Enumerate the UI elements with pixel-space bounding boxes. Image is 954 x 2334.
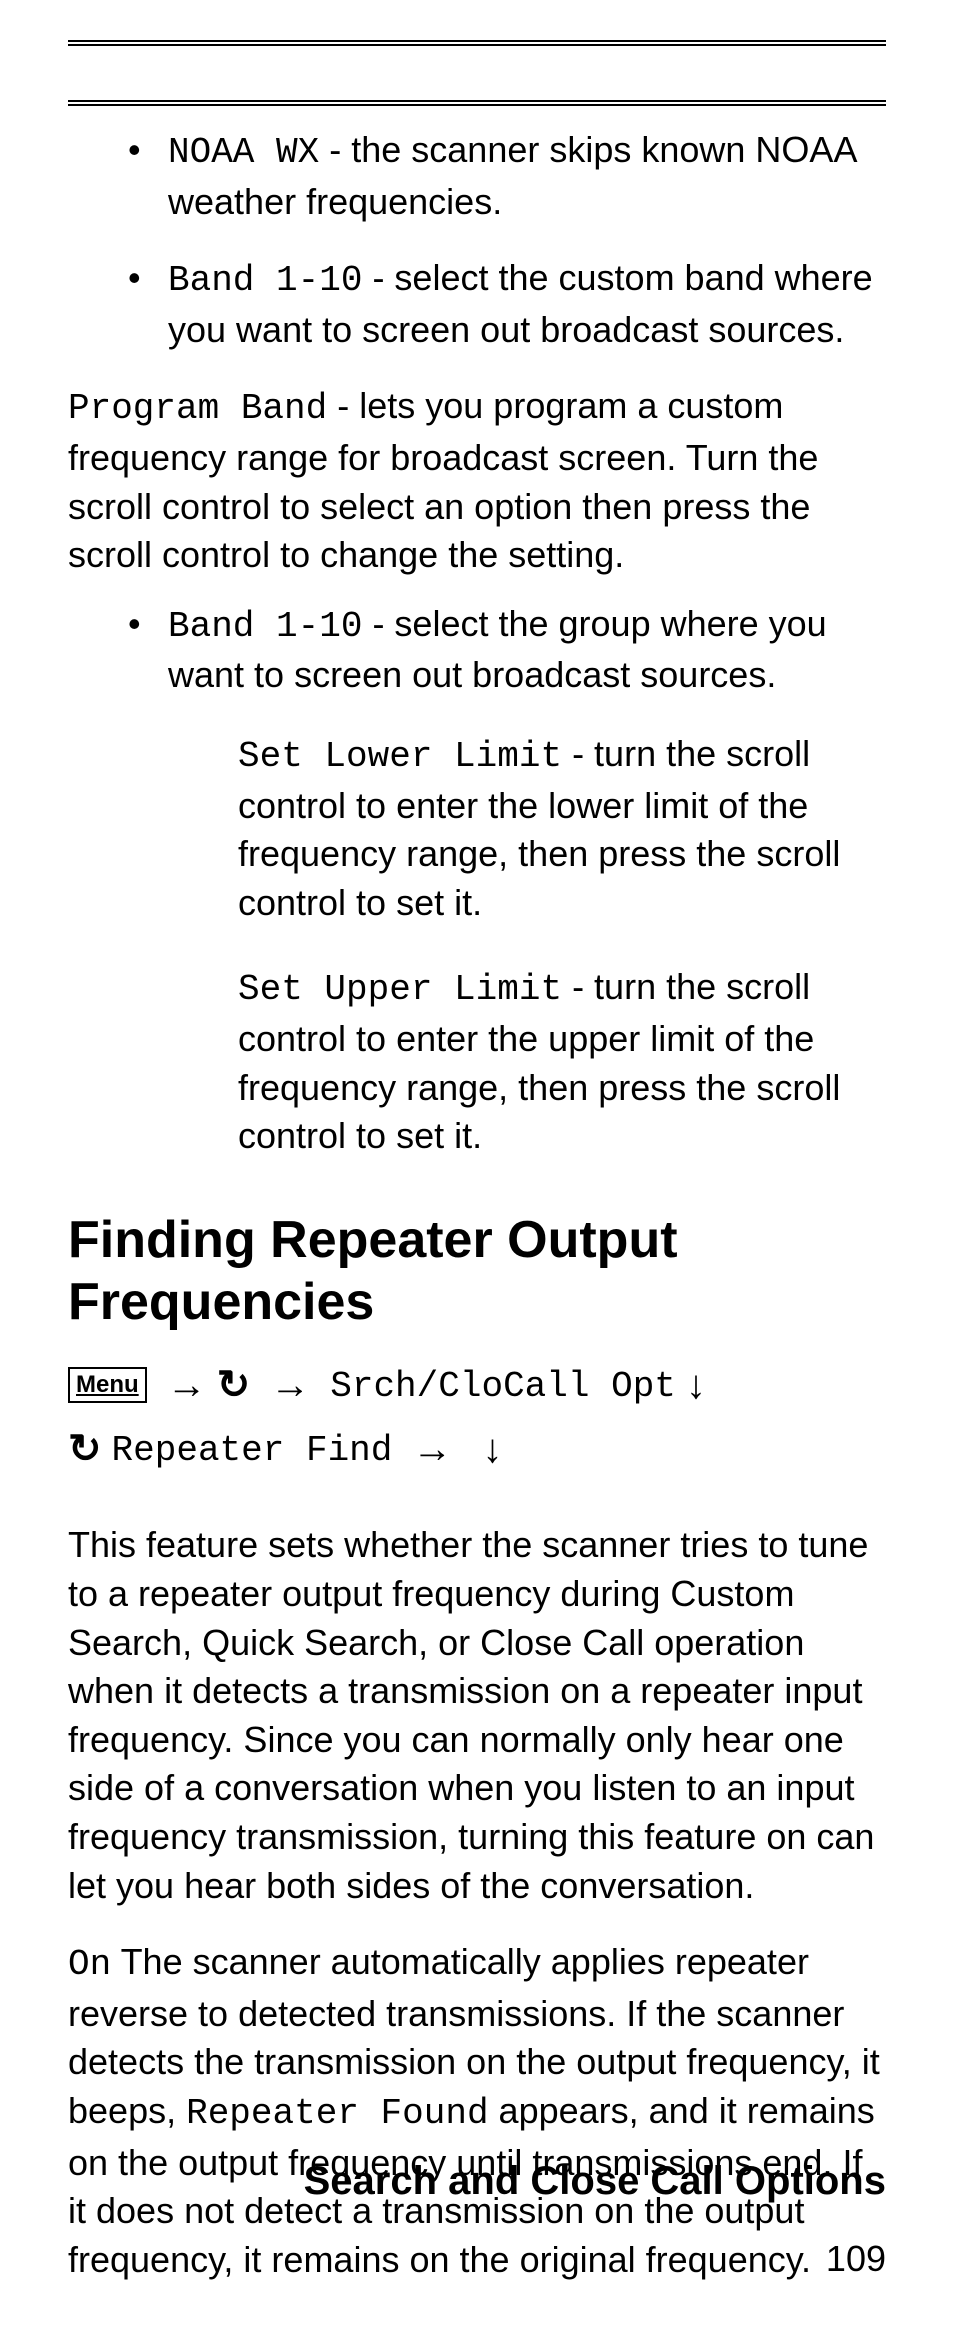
menu-button-icon: Menu: [68, 1367, 147, 1402]
list-item: Band 1-10 - select the custom band where…: [68, 254, 886, 354]
footer-section-title: Search and Close Call Options: [304, 2159, 886, 2204]
top-rule-2: [68, 100, 886, 106]
page-number: 109: [826, 2238, 886, 2280]
page-container: NOAA WX - the scanner skips known NOAA w…: [0, 0, 954, 2334]
arrow-right-icon: →: [270, 1363, 310, 1407]
code-term: Band 1-10: [168, 260, 362, 301]
code-term: On: [68, 1944, 111, 1985]
arrow-down-icon: ↓: [686, 1363, 706, 1407]
nav-option: Repeater Find: [112, 1430, 393, 1471]
list-item: NOAA WX - the scanner skips known NOAA w…: [68, 126, 886, 226]
code-term: Set Upper Limit: [238, 969, 562, 1010]
list-item: Band 1-10 - select the group where you w…: [68, 600, 886, 700]
arrow-right-icon: →: [412, 1427, 452, 1471]
rotate-icon: ↻: [217, 1363, 251, 1407]
code-term: Repeater Found: [186, 2093, 488, 2134]
rotate-icon: ↻: [68, 1427, 102, 1471]
arrow-down-icon: ↓: [482, 1427, 502, 1471]
code-term: Band 1-10: [168, 606, 362, 647]
on-paragraph: On The scanner automatically applies rep…: [68, 1938, 886, 2284]
program-band-paragraph: Program Band - lets you program a custom…: [68, 382, 886, 579]
bullet-list-top: NOAA WX - the scanner skips known NOAA w…: [68, 126, 886, 354]
sub-item-upper: Set Upper Limit - turn the scroll contro…: [238, 963, 886, 1160]
arrow-right-icon: →: [167, 1363, 207, 1407]
code-term: NOAA WX: [168, 132, 319, 173]
section-heading: Finding Repeater Output Frequencies: [68, 1209, 886, 1334]
feature-paragraph: This feature sets whether the scanner tr…: [68, 1521, 886, 1910]
code-term: Set Lower Limit: [238, 736, 562, 777]
nav-breadcrumb: Menu → ↻ → Srch/CloCall Opt ↓ ↻ Repeater…: [68, 1353, 886, 1481]
bullet-list-mid: Band 1-10 - select the group where you w…: [68, 600, 886, 700]
nav-option: Srch/CloCall Opt: [330, 1366, 676, 1407]
code-term: Program Band: [68, 388, 327, 429]
sub-item-lower: Set Lower Limit - turn the scroll contro…: [238, 730, 886, 927]
